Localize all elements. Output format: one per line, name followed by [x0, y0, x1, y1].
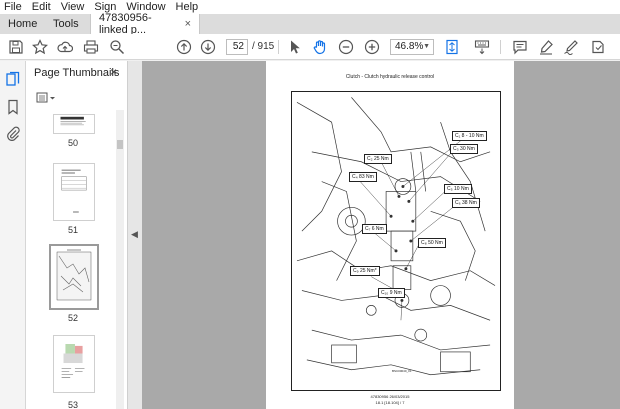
document-view[interactable]: Clutch - Clutch hydraulic release contro… — [142, 61, 620, 409]
thumbnail-label-52: 52 — [67, 313, 78, 323]
menu-view[interactable]: View — [61, 0, 85, 14]
highlight-pen-icon[interactable] — [538, 39, 554, 55]
tab-home[interactable]: Home — [0, 14, 45, 34]
attachments-icon[interactable] — [5, 125, 21, 141]
next-page-icon[interactable] — [200, 39, 216, 55]
collapse-left-icon[interactable]: ◀ — [131, 229, 138, 240]
zoom-out-icon[interactable] — [338, 39, 354, 55]
acrobat-window: File Edit View Sign Window Help Home Too… — [0, 0, 620, 409]
panel-title: Page Thumbnails — [34, 67, 120, 79]
fit-page-icon[interactable] — [444, 39, 460, 55]
torque-label-c7: C₇ 6 Nm — [362, 224, 387, 234]
print-icon[interactable] — [83, 39, 99, 55]
cloud-upload-icon[interactable] — [57, 39, 73, 55]
torque-label-c1: C₁ 8 - 10 Nm — [452, 131, 487, 141]
torque-label-c10: C₁₀ 9 Nm — [378, 288, 405, 298]
menu-edit[interactable]: Edit — [32, 0, 51, 14]
technical-drawing: C₁ 8 - 10 Nm C₂ 25 Nm C₃ 30 Nm C₄ 83 Nm … — [291, 91, 501, 391]
thumbnail-label-50: 50 — [67, 138, 78, 148]
page-thumbnails-icon[interactable] — [5, 71, 21, 87]
page-footer-doc-number: 47830956 26/03/2015 — [370, 394, 410, 399]
zoom-in-icon[interactable] — [364, 39, 380, 55]
torque-label-c5: C₅ 10 Nm — [444, 184, 472, 194]
thumbnail-page-53[interactable] — [53, 335, 95, 393]
pdf-page: Clutch - Clutch hydraulic release contro… — [266, 61, 514, 409]
tab-tools-label: Tools — [53, 18, 79, 30]
torque-label-c6: C₆ 38 Nm — [452, 198, 480, 208]
toolbar-divider — [500, 40, 501, 54]
zoom-level-select[interactable]: 46.8% ▼ — [390, 39, 434, 55]
thumbnail-page-50[interactable] — [53, 114, 95, 134]
page-heading: Clutch - Clutch hydraulic release contro… — [345, 74, 435, 80]
menu-bar: File Edit View Sign Window Help — [0, 0, 620, 14]
bookmarks-icon[interactable] — [5, 99, 21, 115]
tab-bar: Home Tools 47830956-linked p... × — [0, 12, 620, 36]
tab-tools[interactable]: Tools — [45, 14, 90, 34]
toolbar-divider — [278, 40, 279, 54]
menu-file[interactable]: File — [4, 0, 22, 14]
more-tools-icon[interactable] — [590, 39, 606, 55]
bookmark-star-icon[interactable] — [32, 39, 48, 55]
panel-close-icon[interactable]: × — [110, 65, 117, 79]
thumbnail-label-51: 51 — [67, 225, 78, 235]
torque-label-c8: C₈ 50 Nm — [418, 238, 446, 248]
tab-home-label: Home — [8, 18, 38, 30]
select-cursor-icon[interactable] — [287, 39, 303, 55]
chevron-down-icon: ▼ — [423, 43, 430, 50]
tab-close-icon[interactable]: × — [185, 18, 191, 30]
tab-document[interactable]: 47830956-linked p... × — [90, 12, 200, 36]
tab-document-label: 47830956-linked p... — [99, 12, 152, 36]
page-total: / 915 — [252, 41, 275, 52]
torque-label-c2: C₂ 25 Nm — [364, 154, 392, 164]
page-number-input[interactable]: 52 — [226, 39, 248, 55]
main-toolbar: 52 / 915 46.8% ▼ — [0, 34, 620, 60]
torque-label-c9: C₉ 25 Nm* — [350, 266, 380, 276]
page-footer-section: 18.1 [18.104] / 7 — [375, 400, 405, 405]
thumbnail-scroll-thumb[interactable] — [117, 140, 123, 149]
thumbnail-page-51[interactable] — [53, 163, 95, 221]
thumbnail-page-52-selected[interactable] — [49, 244, 99, 310]
zoom-search-icon[interactable] — [109, 39, 125, 55]
side-rail — [0, 61, 26, 409]
torque-label-c4: C₄ 83 Nm — [349, 172, 377, 182]
menu-help[interactable]: Help — [176, 0, 199, 14]
previous-page-icon[interactable] — [176, 39, 192, 55]
drawing-reference-code: BSC00040_01 — [392, 369, 412, 373]
zoom-level-value: 46.8% — [395, 41, 424, 52]
thumbnail-scrollbar[interactable] — [116, 110, 124, 409]
panel-collapse-strip[interactable]: ◀ — [128, 61, 142, 409]
keyboard-scroll-icon[interactable] — [474, 39, 490, 55]
thumbnail-label-53: 53 — [67, 400, 78, 409]
save-icon[interactable] — [8, 39, 24, 55]
thumbnail-options-button[interactable] — [36, 91, 58, 105]
hand-tool-icon[interactable] — [312, 39, 328, 55]
sign-pen-icon[interactable] — [563, 39, 579, 55]
torque-label-c3: C₃ 30 Nm — [450, 144, 478, 154]
comment-icon[interactable] — [512, 39, 528, 55]
